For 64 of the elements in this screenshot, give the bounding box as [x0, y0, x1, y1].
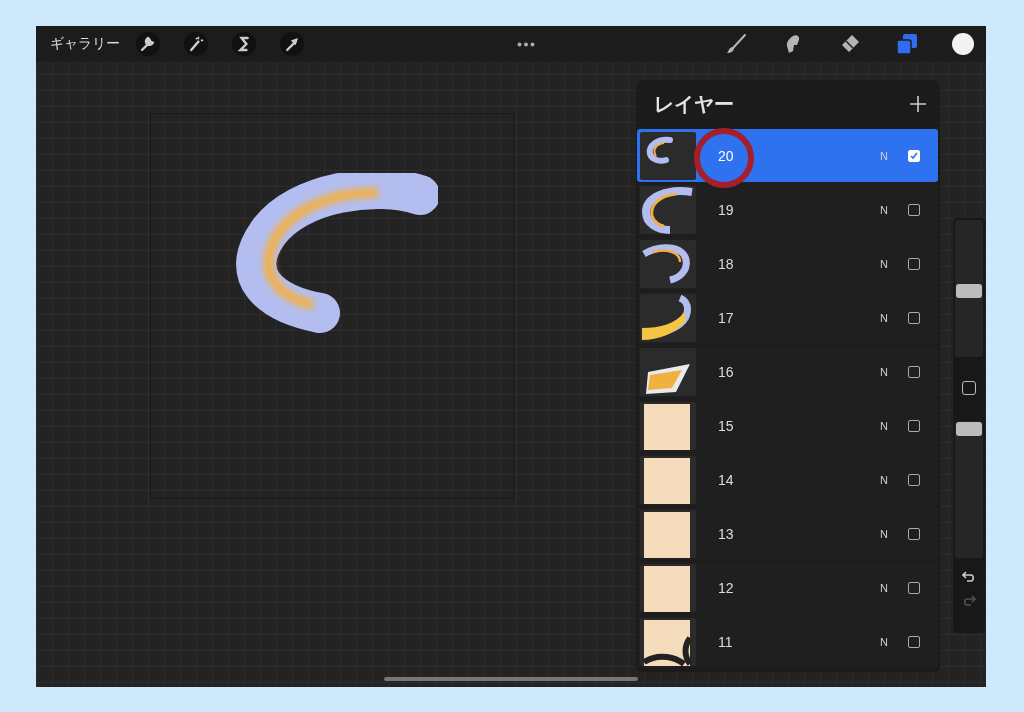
blend-mode[interactable]: N [880, 473, 888, 486]
visibility-checkbox[interactable] [908, 365, 920, 378]
layer-row[interactable]: 16 N [637, 345, 938, 398]
layer-name: 19 [718, 201, 735, 218]
layer-thumbnail [640, 185, 696, 234]
slider-thumb[interactable] [956, 284, 982, 299]
layer-row[interactable]: 13 N [637, 507, 938, 560]
blend-mode[interactable]: N [880, 311, 888, 324]
layer-thumbnail [640, 509, 696, 558]
undo-icon[interactable] [962, 570, 976, 582]
layer-name: 13 [718, 525, 735, 542]
layer-row[interactable]: 12 N [637, 561, 938, 614]
highlight-circle [694, 128, 754, 188]
layer-row[interactable]: 17 N [637, 291, 938, 344]
visibility-checkbox[interactable] [908, 419, 920, 432]
brush-size-slider[interactable] [955, 220, 983, 357]
visibility-checkbox[interactable] [908, 473, 920, 486]
visibility-checkbox[interactable] [908, 203, 920, 216]
visibility-checkbox[interactable] [908, 527, 920, 540]
wrench-icon[interactable] [136, 32, 160, 56]
layer-row[interactable]: 18 N [637, 237, 938, 290]
color-swatch[interactable] [952, 33, 974, 55]
blend-mode[interactable]: N [880, 419, 888, 432]
layer-name: 17 [718, 309, 735, 326]
visibility-checkbox[interactable] [908, 257, 920, 270]
blend-mode[interactable]: N [880, 257, 888, 270]
layer-thumbnail [640, 455, 696, 504]
layer-thumbnail [640, 563, 696, 612]
layer-thumbnail [640, 131, 696, 180]
layer-thumbnail [640, 617, 696, 666]
add-icon[interactable] [910, 96, 926, 112]
brush-icon[interactable] [724, 32, 748, 56]
layers-icon[interactable] [895, 32, 919, 56]
layer-name: 15 [718, 417, 735, 434]
visibility-checkbox[interactable] [908, 311, 920, 324]
blend-mode[interactable]: N [880, 635, 888, 648]
layer-row[interactable]: 11 N [637, 615, 938, 668]
layer-name: 11 [718, 633, 734, 650]
layer-name: 18 [718, 255, 735, 272]
layer-name: 12 [718, 579, 735, 596]
visibility-checkbox[interactable] [908, 581, 920, 594]
layer-thumbnail [640, 401, 696, 450]
visibility-checkbox[interactable] [908, 635, 920, 648]
more-icon[interactable] [517, 41, 535, 47]
blend-mode[interactable]: N [880, 581, 888, 594]
magic-wand-icon[interactable] [184, 32, 208, 56]
panel-title: レイヤー [654, 91, 734, 117]
layer-thumbnail [640, 239, 696, 288]
layer-name: 14 [718, 471, 735, 488]
gallery-link[interactable]: ギャラリー [50, 35, 120, 53]
layer-row[interactable]: 19 N [637, 183, 938, 236]
blend-mode[interactable]: N [880, 365, 888, 378]
modify-button[interactable] [962, 381, 976, 395]
layer-thumbnail [640, 347, 696, 396]
opacity-slider[interactable] [955, 421, 983, 558]
selection-icon[interactable] [232, 32, 256, 56]
layer-row[interactable]: 15 N [637, 399, 938, 452]
blend-mode[interactable]: N [880, 203, 888, 216]
slider-thumb[interactable] [956, 422, 982, 437]
layer-row[interactable]: 14 N [637, 453, 938, 506]
layer-thumbnail [640, 293, 696, 342]
blend-mode[interactable]: N [880, 527, 888, 540]
layer-name: 16 [718, 363, 735, 380]
layer-name: 20 [718, 147, 735, 164]
